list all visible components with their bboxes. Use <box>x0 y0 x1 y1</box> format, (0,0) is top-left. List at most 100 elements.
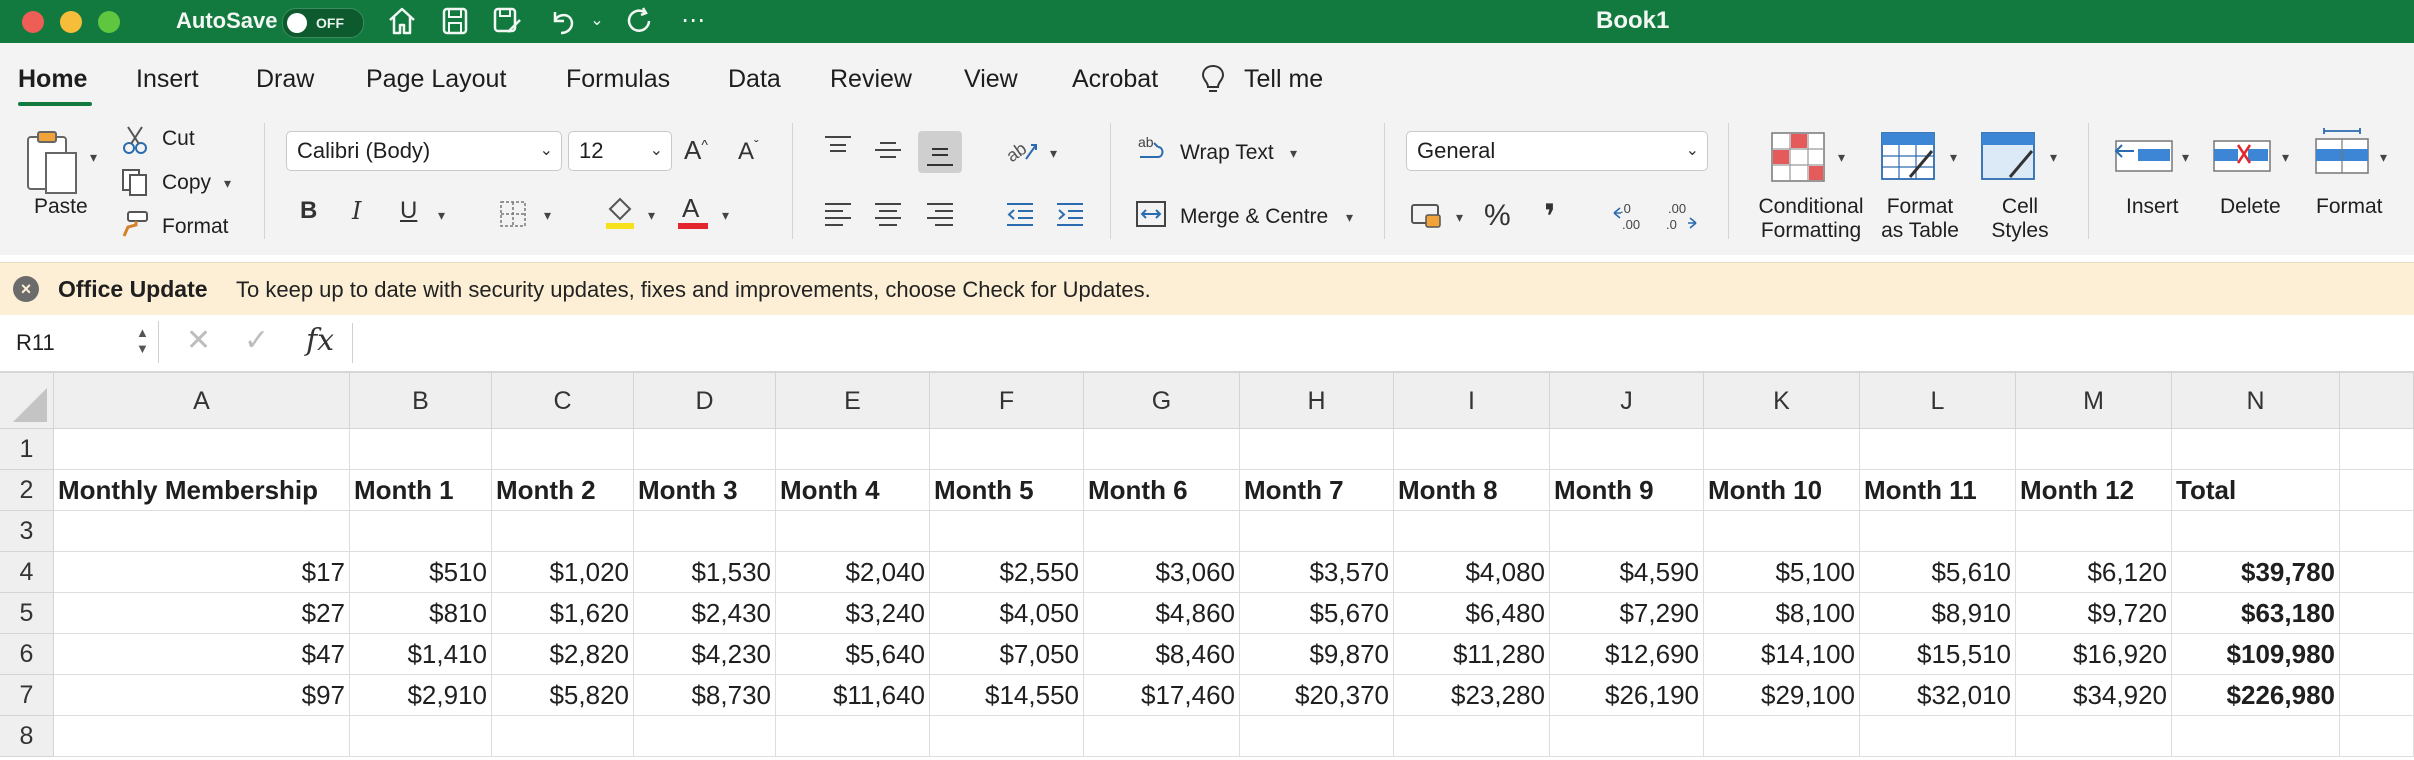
wrap-text-dropdown-icon[interactable]: ▾ <box>1290 145 1297 162</box>
cell-c5[interactable]: $1,620 <box>492 593 634 634</box>
cell-l3[interactable] <box>1860 511 2016 552</box>
select-all-button[interactable] <box>0 373 54 429</box>
cell-a7[interactable]: $97 <box>54 675 350 716</box>
align-middle-icon[interactable] <box>872 135 904 170</box>
cell-g2[interactable]: Month 6 <box>1084 470 1240 511</box>
cell-c1[interactable] <box>492 429 634 470</box>
italic-button[interactable]: I <box>352 197 361 225</box>
tab-insert[interactable]: Insert <box>136 65 199 94</box>
cell-e1[interactable] <box>776 429 930 470</box>
cell-j4[interactable]: $4,590 <box>1550 552 1704 593</box>
column-header-g[interactable]: G <box>1084 373 1240 429</box>
cell-l1[interactable] <box>1860 429 2016 470</box>
cell-n8[interactable] <box>2172 716 2340 757</box>
cell-d4[interactable]: $1,530 <box>634 552 776 593</box>
cell-e4[interactable]: $2,040 <box>776 552 930 593</box>
cell-d1[interactable] <box>634 429 776 470</box>
format-painter-icon[interactable] <box>120 209 150 244</box>
tab-acrobat[interactable]: Acrobat <box>1072 65 1158 94</box>
tab-view[interactable]: View <box>964 65 1018 94</box>
paste-dropdown-icon[interactable]: ▾ <box>90 149 97 166</box>
cell-f6[interactable]: $7,050 <box>930 634 1084 675</box>
cell-b4[interactable]: $510 <box>350 552 492 593</box>
cell-m1[interactable] <box>2016 429 2172 470</box>
cell-a8[interactable] <box>54 716 350 757</box>
save-icon[interactable] <box>438 4 474 38</box>
accounting-format-icon[interactable] <box>1410 199 1446 236</box>
tab-home[interactable]: Home <box>18 65 87 94</box>
row-header-1[interactable]: 1 <box>0 429 54 470</box>
fill-color-dropdown-icon[interactable]: ▾ <box>648 207 655 224</box>
cell-n6[interactable]: $109,980 <box>2172 634 2340 675</box>
cell-i3[interactable] <box>1394 511 1550 552</box>
cell-c2[interactable]: Month 2 <box>492 470 634 511</box>
cell-j1[interactable] <box>1550 429 1704 470</box>
cell-f2[interactable]: Month 5 <box>930 470 1084 511</box>
autosave-toggle[interactable]: OFF <box>282 8 364 38</box>
column-header-a[interactable]: A <box>54 373 350 429</box>
borders-dropdown-icon[interactable]: ▾ <box>544 207 551 224</box>
row-header-3[interactable]: 3 <box>0 511 54 552</box>
name-box-stepper-icon[interactable]: ▲ ▼ <box>136 325 149 357</box>
cell-j7[interactable]: $26,190 <box>1550 675 1704 716</box>
cell-i1[interactable] <box>1394 429 1550 470</box>
cell-h7[interactable]: $20,370 <box>1240 675 1394 716</box>
cut-label[interactable]: Cut <box>162 127 195 151</box>
cell-l5[interactable]: $8,910 <box>1860 593 2016 634</box>
save-as-icon[interactable] <box>490 4 526 38</box>
cell-a6[interactable]: $47 <box>54 634 350 675</box>
row-header-6[interactable]: 6 <box>0 634 54 675</box>
cell-i6[interactable]: $11,280 <box>1394 634 1550 675</box>
decrease-decimal-icon[interactable]: .00.0 <box>1662 199 1702 238</box>
cell-m2[interactable]: Month 12 <box>2016 470 2172 511</box>
cell-l8[interactable] <box>1860 716 2016 757</box>
cell-d8[interactable] <box>634 716 776 757</box>
cell-a3[interactable] <box>54 511 350 552</box>
row-header-2[interactable]: 2 <box>0 470 54 511</box>
cell-i7[interactable]: $23,280 <box>1394 675 1550 716</box>
insert-function-icon[interactable]: fx <box>306 323 334 358</box>
cell-f8[interactable] <box>930 716 1084 757</box>
cell-styles-dropdown-icon[interactable]: ▾ <box>2050 149 2057 166</box>
cell-m7[interactable]: $34,920 <box>2016 675 2172 716</box>
cell-j3[interactable] <box>1550 511 1704 552</box>
copy-icon[interactable] <box>120 167 150 202</box>
column-header-i[interactable]: I <box>1394 373 1550 429</box>
cell-h3[interactable] <box>1240 511 1394 552</box>
decrease-font-size-icon[interactable]: Aˇ <box>738 137 759 166</box>
wrap-text-icon[interactable]: ab <box>1136 133 1170 172</box>
borders-icon[interactable] <box>498 199 528 234</box>
cell-n1[interactable] <box>2172 429 2340 470</box>
font-color-icon[interactable]: A <box>676 193 710 236</box>
tab-formulas[interactable]: Formulas <box>566 65 670 94</box>
cell-g5[interactable]: $4,860 <box>1084 593 1240 634</box>
cell-a4[interactable]: $17 <box>54 552 350 593</box>
merge-centre-label[interactable]: Merge & Centre <box>1180 205 1328 229</box>
merge-centre-dropdown-icon[interactable]: ▾ <box>1346 209 1353 226</box>
tab-draw[interactable]: Draw <box>256 65 314 94</box>
close-window-button[interactable] <box>22 11 44 33</box>
cell-e8[interactable] <box>776 716 930 757</box>
minimize-window-button[interactable] <box>60 11 82 33</box>
cell-g6[interactable]: $8,460 <box>1084 634 1240 675</box>
cell-m3[interactable] <box>2016 511 2172 552</box>
cell-k4[interactable]: $5,100 <box>1704 552 1860 593</box>
orientation-dropdown-icon[interactable]: ▾ <box>1050 145 1057 162</box>
cell-g1[interactable] <box>1084 429 1240 470</box>
cell-c3[interactable] <box>492 511 634 552</box>
increase-font-size-icon[interactable]: A^ <box>684 135 708 166</box>
scissors-icon[interactable] <box>122 125 148 160</box>
cell-g7[interactable]: $17,460 <box>1084 675 1240 716</box>
cell-styles-icon[interactable] <box>1980 131 2040 190</box>
cell-b6[interactable]: $1,410 <box>350 634 492 675</box>
redo-icon[interactable] <box>622 4 658 38</box>
cell-c4[interactable]: $1,020 <box>492 552 634 593</box>
cell-k8[interactable] <box>1704 716 1860 757</box>
delete-cells-dropdown-icon[interactable]: ▾ <box>2282 149 2289 166</box>
tab-data[interactable]: Data <box>728 65 781 94</box>
conditional-formatting-label[interactable]: Conditional Formatting <box>1752 195 1870 243</box>
decrease-indent-icon[interactable] <box>1004 199 1036 234</box>
align-left-icon[interactable] <box>822 199 854 234</box>
cell-i2[interactable]: Month 8 <box>1394 470 1550 511</box>
delete-cells-label[interactable]: Delete <box>2220 195 2281 219</box>
